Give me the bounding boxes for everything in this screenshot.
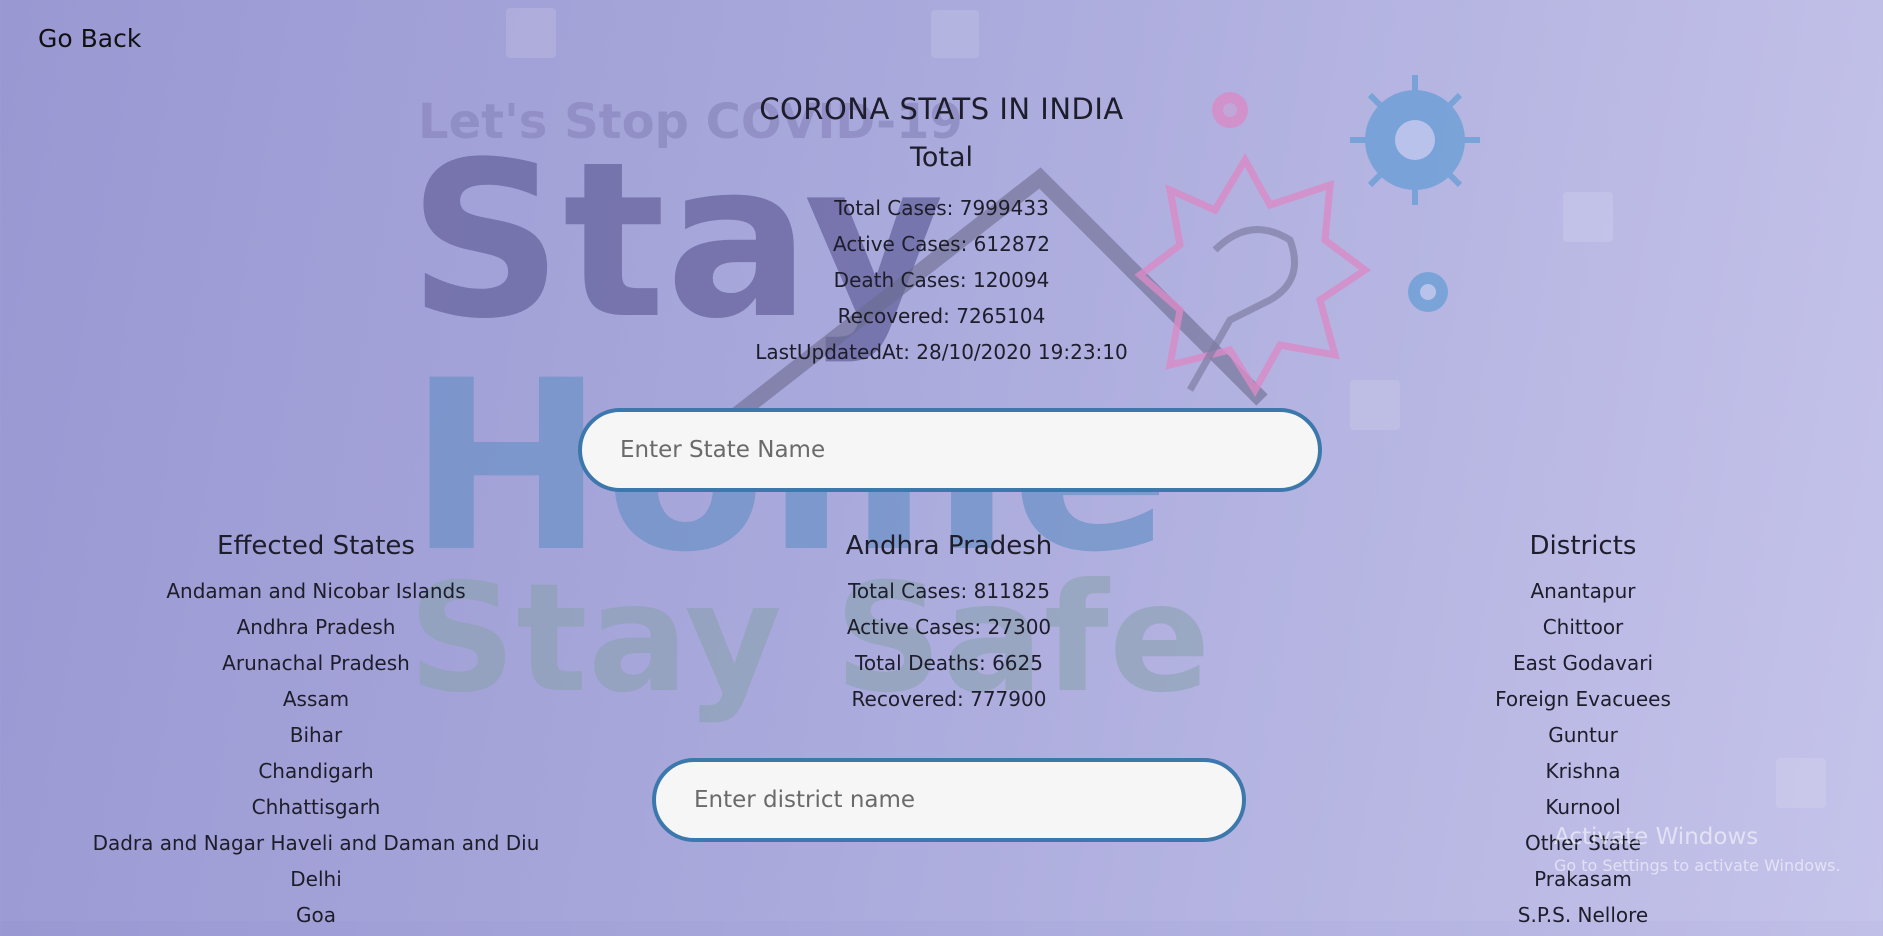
districts-list: Anantapur Chittoor East Godavari Foreign… — [1383, 576, 1783, 936]
districts-column: Districts Anantapur Chittoor East Godava… — [1383, 528, 1783, 936]
last-updated-stat: LastUpdatedAt: 28/10/2020 19:23:10 — [755, 340, 1128, 364]
state-item[interactable]: Delhi — [0, 864, 632, 900]
affected-states-list: Andaman and Nicobar Islands Andhra Prade… — [0, 576, 632, 936]
state-item[interactable]: Bihar — [0, 720, 632, 756]
affected-states-heading: Effected States — [217, 531, 415, 561]
state-item[interactable]: Arunachal Pradesh — [0, 648, 632, 684]
district-item[interactable]: East Godavari — [1383, 648, 1783, 684]
state-total-deaths-stat: Total Deaths: 6625 — [855, 651, 1043, 675]
total-heading: Total — [909, 142, 974, 173]
state-item[interactable]: Andaman and Nicobar Islands — [0, 576, 632, 612]
district-item[interactable]: S.P.S. Nellore — [1383, 900, 1783, 936]
state-item[interactable]: Goa — [0, 900, 632, 936]
total-stats-list: Total Cases: 7999433 Active Cases: 61287… — [0, 194, 1883, 374]
death-cases-stat: Death Cases: 120094 — [833, 268, 1050, 292]
district-item[interactable]: Kurnool — [1383, 792, 1783, 828]
active-cases-stat: Active Cases: 612872 — [832, 232, 1051, 256]
selected-state-column: Andhra Pradesh Total Cases: 811825 Activ… — [749, 528, 1149, 720]
state-total-cases-stat: Total Cases: 811825 — [848, 579, 1050, 603]
selected-state-name: Andhra Pradesh — [845, 531, 1053, 561]
district-item[interactable]: Chittoor — [1383, 612, 1783, 648]
selected-state-stats: Total Cases: 811825 Active Cases: 27300 … — [749, 576, 1149, 720]
district-item[interactable]: Anantapur — [1383, 576, 1783, 612]
district-item[interactable]: Prakasam — [1383, 864, 1783, 900]
total-cases-stat: Total Cases: 7999433 — [834, 196, 1049, 220]
state-item[interactable]: Chandigarh — [0, 756, 632, 792]
page-title: CORONA STATS IN INDIA — [759, 92, 1124, 126]
affected-states-column: Effected States Andaman and Nicobar Isla… — [0, 528, 632, 936]
district-item[interactable]: Krishna — [1383, 756, 1783, 792]
districts-heading: Districts — [1529, 531, 1637, 561]
state-item[interactable]: Andhra Pradesh — [0, 612, 632, 648]
district-search-input[interactable] — [652, 758, 1246, 842]
recovered-stat: Recovered: 7265104 — [837, 304, 1046, 328]
state-active-cases-stat: Active Cases: 27300 — [846, 615, 1052, 639]
district-item[interactable]: Guntur — [1383, 720, 1783, 756]
state-item[interactable]: Assam — [0, 684, 632, 720]
district-item[interactable]: Other State — [1383, 828, 1783, 864]
go-back-button[interactable]: Go Back — [38, 24, 141, 53]
district-item[interactable]: Foreign Evacuees — [1383, 684, 1783, 720]
state-recovered-stat: Recovered: 777900 — [851, 687, 1047, 711]
state-search-input[interactable] — [578, 408, 1322, 492]
state-item[interactable]: Chhattisgarh — [0, 792, 632, 828]
state-item[interactable]: Dadra and Nagar Haveli and Daman and Diu — [0, 828, 632, 864]
